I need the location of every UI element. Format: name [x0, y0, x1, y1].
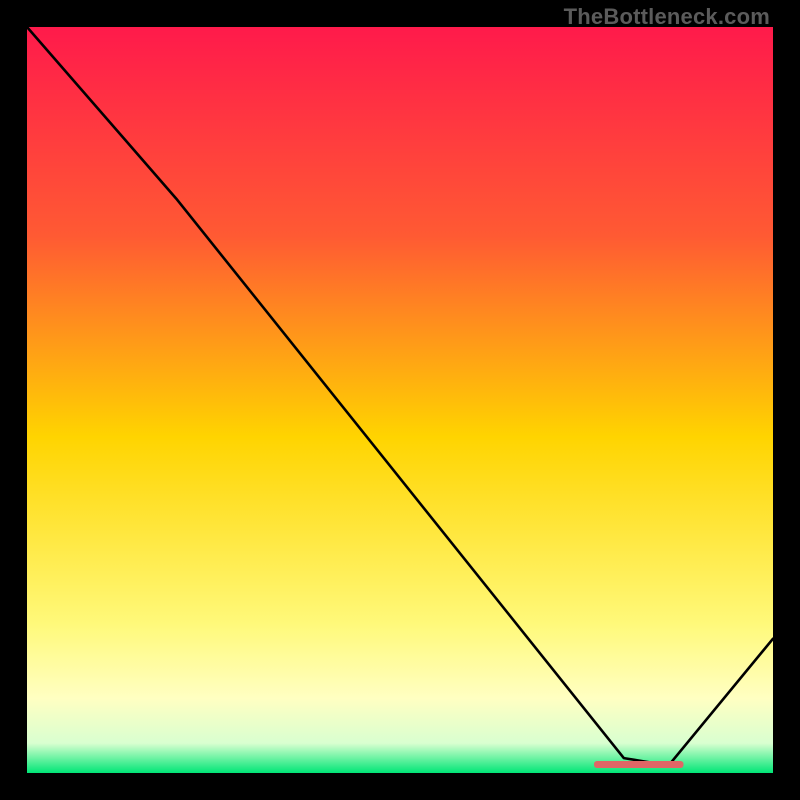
bottleneck-chart	[27, 27, 773, 773]
chart-frame	[27, 27, 773, 773]
chart-background	[27, 27, 773, 773]
highlight-segment	[594, 761, 684, 768]
